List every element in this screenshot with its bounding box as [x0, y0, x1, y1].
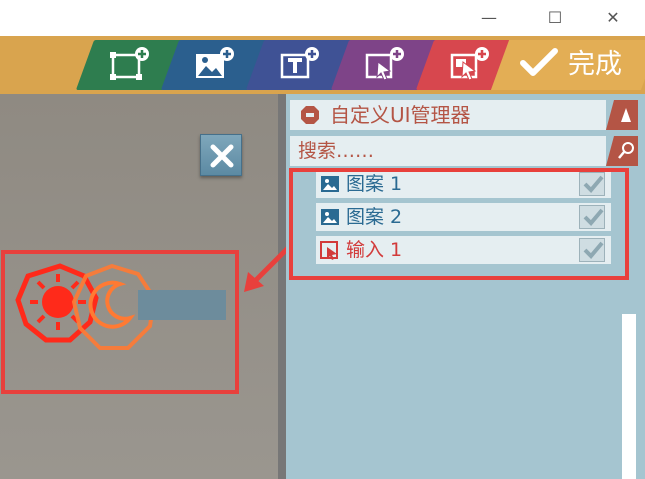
panel-header: 自定义UI管理器: [290, 100, 606, 130]
search-button[interactable]: [606, 136, 638, 166]
close-window-button[interactable]: ✕: [598, 6, 628, 30]
collapse-panel-button[interactable]: [606, 100, 638, 130]
maximize-button[interactable]: ☐: [540, 6, 570, 30]
search-field[interactable]: 搜索……: [290, 136, 606, 166]
search-placeholder: 搜索……: [298, 140, 375, 162]
input-widget-preview[interactable]: [0, 244, 278, 404]
minimize-button[interactable]: —: [474, 6, 504, 30]
collapse-up-icon: [621, 108, 631, 122]
add-input-icon: [450, 47, 489, 81]
panel-logo-icon: [301, 106, 319, 124]
done-button[interactable]: 完成: [490, 40, 645, 90]
list-scrollbar[interactable]: [622, 314, 636, 479]
search-icon: [618, 142, 634, 159]
panel-title: 自定义UI管理器: [330, 103, 471, 127]
close-icon: [210, 144, 234, 168]
input-field-preview: [138, 290, 226, 320]
add-text-icon: [280, 47, 319, 79]
checkmark-icon: [520, 47, 558, 76]
ui-manager-panel: 自定义UI管理器 搜索…… 图案 1 图案 2 输入 1: [286, 94, 645, 479]
add-rectangle-icon: [110, 47, 149, 80]
add-button-icon: [365, 47, 404, 81]
editor-canvas[interactable]: [0, 94, 278, 479]
list-highlight: [289, 168, 629, 280]
editor-toolbar: 完成: [0, 36, 645, 94]
canvas-close-button[interactable]: [200, 134, 242, 176]
done-label: 完成: [568, 49, 622, 80]
window-titlebar: — ☐ ✕: [0, 0, 645, 36]
add-image-icon: [196, 47, 234, 78]
